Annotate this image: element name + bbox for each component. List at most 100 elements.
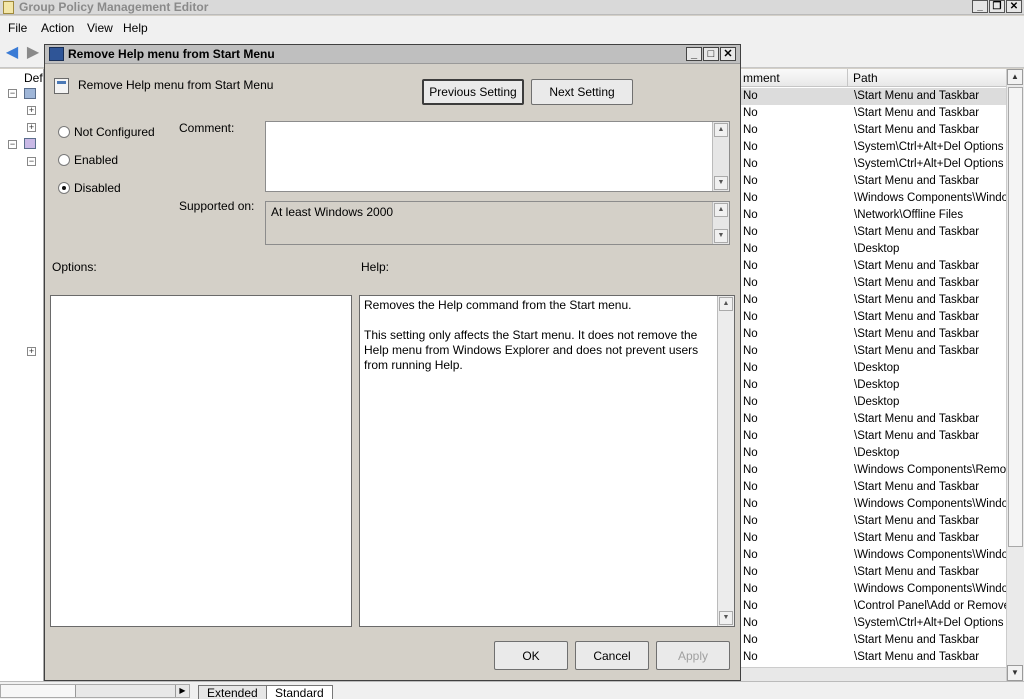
restore-button[interactable]: ❐ [989, 0, 1005, 13]
table-row[interactable]: No \Start Menu and Taskbar [741, 173, 1006, 190]
column-separator[interactable] [847, 69, 848, 87]
tree-collapse-icon[interactable]: − [27, 157, 36, 166]
minimize-button[interactable]: _ [972, 0, 988, 13]
table-row[interactable]: No \Start Menu and Taskbar [741, 309, 1006, 326]
table-row[interactable]: No \Network\Offline Files [741, 207, 1006, 224]
table-row[interactable]: No \Start Menu and Taskbar [741, 275, 1006, 292]
scroll-up-icon[interactable]: ▲ [714, 203, 728, 217]
table-row[interactable]: No \Windows Components\Window [741, 581, 1016, 598]
dialog-minimize-button[interactable]: _ [686, 47, 702, 61]
tab-extended[interactable]: Extended [198, 685, 267, 699]
column-header-path[interactable]: Path [853, 71, 878, 85]
tree-expand-icon[interactable]: + [27, 106, 36, 115]
next-setting-button[interactable]: Next Setting [531, 79, 633, 105]
comment-cell: No [743, 583, 758, 595]
menu-view[interactable]: View [87, 21, 113, 35]
policy-setting-dialog: Remove Help menu from Start Menu _ □ ✕ R… [44, 44, 741, 681]
scroll-up-icon[interactable]: ▲ [714, 123, 728, 137]
table-row[interactable]: No \Start Menu and Taskbar [741, 105, 1006, 122]
supported-scrollbar[interactable]: ▲ ▼ [712, 202, 729, 244]
menu-file[interactable]: File [8, 21, 27, 35]
comment-textarea[interactable]: ▲ ▼ [265, 121, 730, 192]
table-row[interactable]: No \Desktop [741, 445, 1006, 462]
path-cell: \Network\Offline Files [854, 209, 964, 221]
table-row[interactable]: No \Desktop [741, 241, 1006, 258]
scroll-down-icon[interactable]: ▼ [719, 611, 733, 625]
table-row[interactable]: No \Start Menu and Taskbar [741, 649, 1006, 666]
table-row[interactable]: No \Start Menu and Taskbar [741, 564, 1006, 581]
tree-expand-icon[interactable]: + [27, 123, 36, 132]
scroll-up-icon[interactable]: ▲ [1007, 69, 1023, 85]
radio-label: Enabled [74, 153, 119, 167]
help-panel: Removes the Help command from the Start … [359, 295, 735, 627]
comment-cell: No [743, 243, 758, 255]
tree-expand-icon[interactable]: + [27, 347, 36, 356]
ok-button[interactable]: OK [494, 641, 568, 670]
menu-help[interactable]: Help [123, 21, 148, 35]
tree-horizontal-scrollbar[interactable]: ▶ [0, 684, 190, 698]
help-scrollbar[interactable]: ▲ ▼ [717, 296, 734, 626]
dialog-maximize-button[interactable]: □ [703, 47, 719, 61]
table-row[interactable]: No \Start Menu and Taskbar [741, 411, 1006, 428]
tab-standard[interactable]: Standard [266, 685, 333, 699]
table-row[interactable]: No \Windows Components\Window [741, 190, 1016, 207]
comment-cell: No [743, 328, 758, 340]
scrollbar-thumb[interactable] [1, 685, 76, 697]
tree-root-label[interactable]: Defa [24, 71, 43, 85]
scrollbar-thumb[interactable] [1008, 87, 1023, 547]
dialog-close-button[interactable]: ✕ [720, 47, 736, 61]
table-row[interactable]: No \Start Menu and Taskbar [741, 632, 1006, 649]
previous-setting-button[interactable]: Previous Setting [422, 79, 524, 105]
path-cell: \Windows Components\Window [854, 192, 1017, 204]
table-row[interactable]: No \System\Ctrl+Alt+Del Options [741, 139, 1006, 156]
path-cell: \Start Menu and Taskbar [854, 294, 980, 306]
apply-button[interactable]: Apply [656, 641, 730, 670]
scroll-down-icon[interactable]: ▼ [714, 229, 728, 243]
menu-action[interactable]: Action [41, 21, 74, 35]
table-row[interactable]: No \Start Menu and Taskbar [741, 224, 1006, 241]
tree-collapse-icon[interactable]: − [8, 89, 17, 98]
scroll-down-icon[interactable]: ▼ [714, 176, 728, 190]
table-row[interactable]: No \Start Menu and Taskbar [741, 326, 1006, 343]
column-header-comment[interactable]: mment [743, 71, 780, 85]
table-row[interactable]: No \Windows Components\Remote [741, 462, 1016, 479]
table-row[interactable]: No \Start Menu and Taskbar [741, 479, 1006, 496]
table-row[interactable]: No \Start Menu and Taskbar [741, 513, 1006, 530]
settings-list: mment Path No \Start Menu and Taskbar No \S… [741, 69, 1024, 681]
table-row[interactable]: No \Control Panel\Add or Remove P [741, 598, 1021, 615]
forward-arrow-icon[interactable]: ▶ [24, 44, 42, 62]
supported-on-value: At least Windows 2000 [271, 205, 394, 219]
close-button[interactable]: ✕ [1006, 0, 1022, 13]
comment-cell: No [743, 549, 758, 561]
table-row[interactable]: No \Windows Components\Window [741, 496, 1016, 513]
comment-scrollbar[interactable]: ▲ ▼ [712, 122, 729, 191]
scroll-right-icon[interactable]: ▶ [175, 685, 189, 697]
radio-dot[interactable] [58, 126, 70, 138]
table-row[interactable]: No \Start Menu and Taskbar [741, 343, 1006, 360]
dialog-title-bar[interactable]: Remove Help menu from Start Menu _ □ ✕ [45, 45, 740, 64]
table-row[interactable]: No \Start Menu and Taskbar [741, 122, 1006, 139]
radio-dot[interactable] [58, 154, 70, 166]
table-row[interactable]: No \Start Menu and Taskbar [741, 530, 1006, 547]
comment-cell: No [743, 396, 758, 408]
table-row[interactable]: No \Start Menu and Taskbar [741, 88, 1006, 105]
comment-label: Comment: [179, 121, 235, 135]
tree-collapse-icon[interactable]: − [8, 140, 17, 149]
table-row[interactable]: No \Windows Components\Window [741, 547, 1016, 564]
scroll-up-icon[interactable]: ▲ [719, 297, 733, 311]
list-horizontal-scrollbar[interactable] [741, 667, 1006, 681]
setting-name: Remove Help menu from Start Menu [78, 78, 274, 92]
table-row[interactable]: No \Desktop [741, 377, 1006, 394]
scroll-down-icon[interactable]: ▼ [1007, 665, 1023, 681]
table-row[interactable]: No \Start Menu and Taskbar [741, 258, 1006, 275]
table-row[interactable]: No \Start Menu and Taskbar [741, 292, 1006, 309]
list-vertical-scrollbar[interactable]: ▲ ▼ [1006, 69, 1024, 681]
radio-dot-selected[interactable] [58, 182, 70, 194]
back-arrow-icon[interactable]: ◀ [3, 44, 21, 62]
table-row[interactable]: No \Desktop [741, 394, 1006, 411]
table-row[interactable]: No \System\Ctrl+Alt+Del Options [741, 615, 1006, 632]
table-row[interactable]: No \Start Menu and Taskbar [741, 428, 1006, 445]
table-row[interactable]: No \Desktop [741, 360, 1006, 377]
table-row[interactable]: No \System\Ctrl+Alt+Del Options [741, 156, 1006, 173]
cancel-button[interactable]: Cancel [575, 641, 649, 670]
